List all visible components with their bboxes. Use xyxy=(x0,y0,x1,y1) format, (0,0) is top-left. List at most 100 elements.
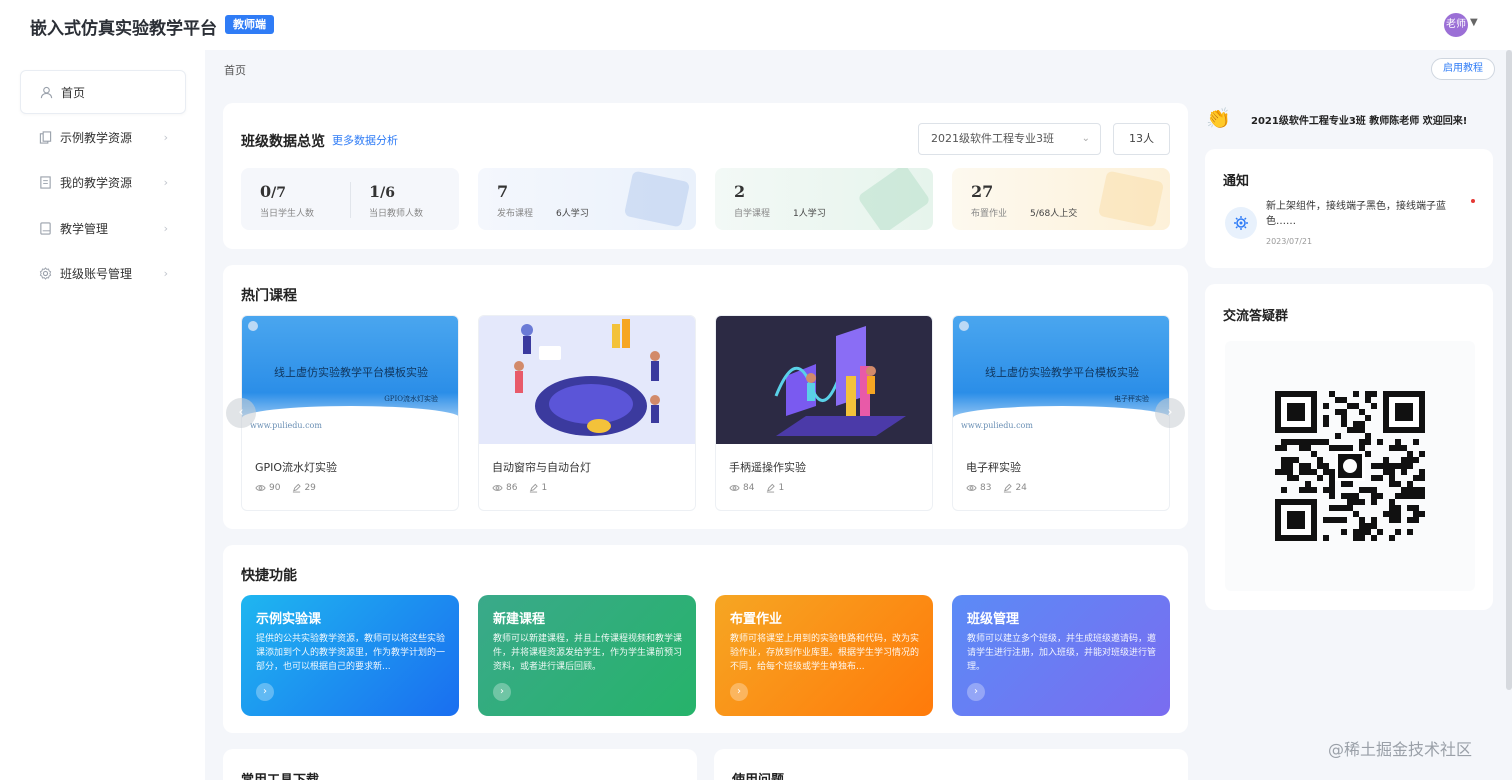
quick-item-desc: 提供的公共实验教学资源，教师可以将这些实验课添加到个人的教学资源里，作为教学计划… xyxy=(256,634,446,672)
thumbnail-title: 线上虚仿实验教学平台模板实验 xyxy=(985,366,1139,379)
document-icon xyxy=(38,175,52,189)
homework-illustration-icon xyxy=(1097,170,1165,228)
sidebar-item-class-accounts[interactable]: 班级账号管理 › xyxy=(20,251,186,295)
stat-sub: 1人学习 xyxy=(793,209,826,219)
more-analysis-link[interactable]: 更多数据分析 xyxy=(332,132,398,148)
chevron-right-icon[interactable]: › xyxy=(967,683,985,701)
quick-functions-title: 快捷功能 xyxy=(241,568,297,584)
chevron-right-icon: › xyxy=(163,221,168,235)
enable-tutorial-button[interactable]: 启用教程 xyxy=(1431,58,1495,80)
course-illustration xyxy=(514,319,660,436)
quick-item-example-lab[interactable]: 示例实验课 提供的公共实验教学资源，教师可以将这些实验课添加到个人的教学资源里，… xyxy=(241,595,459,716)
stat-value: 0/7 xyxy=(260,182,286,201)
quick-item-new-course[interactable]: 新建课程 教师可以新建课程，并且上传课程视频和教学课件，并将课程资源发给学生，作… xyxy=(478,595,696,716)
course-name: GPIO流水灯实验 xyxy=(255,461,338,474)
chevron-right-icon[interactable]: › xyxy=(730,683,748,701)
course-meta: 90 29 xyxy=(255,483,328,493)
thumbnail-subtitle: 电子秤实验 xyxy=(1114,395,1149,403)
stat-sub: 6人学习 xyxy=(556,209,589,219)
faq-title: 使用问题 xyxy=(732,769,784,780)
quick-item-title: 布置作业 xyxy=(730,612,783,627)
quick-item-assign-homework[interactable]: 布置作业 教师可将课堂上用到的实验电路和代码，改为实验作业，存放到作业库里。根据… xyxy=(715,595,933,716)
course-card[interactable]: 手柄遥操作实验 84 1 xyxy=(715,315,933,511)
stat-value: 2 xyxy=(734,182,746,201)
course-illustration-icon xyxy=(623,170,691,228)
divider xyxy=(350,182,351,218)
qr-code-icon xyxy=(1275,391,1425,541)
chip-icon xyxy=(1225,207,1257,239)
logo-icon xyxy=(959,321,969,331)
stat-self-study: 2 自学课程 1人学习 xyxy=(715,168,933,230)
quick-item-desc: 教师可将课堂上用到的实验电路和代码，改为实验作业，存放到作业库里。根据学生学习情… xyxy=(730,634,920,672)
overview-title: 班级数据总览 xyxy=(241,134,325,150)
class-select[interactable]: 2021级软件工程专业3班 ⌄ xyxy=(918,123,1101,155)
course-meta: 84 1 xyxy=(729,483,796,493)
thumbnail-subtitle: GPIO流水灯实验 xyxy=(384,395,438,403)
carousel-next-button[interactable]: › xyxy=(1155,398,1185,428)
sidebar-item-label: 教学管理 xyxy=(60,221,109,236)
carousel-prev-button[interactable]: ‹ xyxy=(226,398,256,428)
tools-download-card: 常用工具下载 xyxy=(223,749,697,780)
class-count: 13人 xyxy=(1113,123,1170,155)
course-card[interactable]: 线上虚仿实验教学平台模板实验 电子秤实验 www.puliedu.com 电子秤… xyxy=(952,315,1170,511)
thumbnail-url: www.puliedu.com xyxy=(250,421,322,430)
sidebar-item-my-resources[interactable]: 我的教学资源 › xyxy=(20,160,186,204)
gear-icon xyxy=(38,266,52,280)
course-thumbnail: 线上虚仿实验教学平台模板实验 电子秤实验 www.puliedu.com xyxy=(953,316,1169,444)
copy-icon xyxy=(38,130,52,144)
sidebar-item-teaching-management[interactable]: 教学管理 › xyxy=(20,206,186,250)
stat-label: 当日教师人数 xyxy=(369,209,424,219)
notice-title: 通知 xyxy=(1223,174,1250,189)
edit-icon xyxy=(767,483,776,493)
eye-icon xyxy=(729,485,740,491)
stat-label: 自学课程 xyxy=(734,209,771,219)
sidebar-item-example-resources[interactable]: 示例教学资源 › xyxy=(20,115,186,159)
role-badge: 教师端 xyxy=(225,15,274,34)
sidebar-item-label: 首页 xyxy=(61,85,86,100)
sidebar-item-label: 示例教学资源 xyxy=(60,130,133,145)
thumbnail-title: 线上虚仿实验教学平台模板实验 xyxy=(274,366,428,379)
scrollbar[interactable] xyxy=(1506,50,1512,690)
welcome-text: 2021级软件工程专业3班 教师陈老师 欢迎回来! xyxy=(1251,116,1468,127)
breadcrumb[interactable]: 首页 xyxy=(224,62,246,78)
stat-homework: 27 布置作业 5/68人上交 xyxy=(952,168,1170,230)
tools-download-title: 常用工具下载 xyxy=(241,769,319,780)
quick-item-desc: 教师可以新建课程，并且上传课程视频和教学课件，并将课程资源发给学生，作为学生课前… xyxy=(493,634,683,672)
chevron-right-icon[interactable]: › xyxy=(256,683,274,701)
caret-down-icon[interactable]: ▼ xyxy=(1470,17,1478,28)
quick-item-class-management[interactable]: 班级管理 教师可以建立多个班级，并生成班级邀请码，邀请学生进行注册，加入班级，并… xyxy=(952,595,1170,716)
stat-label: 布置作业 xyxy=(971,209,1008,219)
notice-text[interactable]: 新上架组件，接线端子黑色，接线端子蓝色…… xyxy=(1266,199,1466,229)
quick-item-title: 示例实验课 xyxy=(256,612,322,627)
hot-courses-title: 热门课程 xyxy=(241,288,297,304)
top-bar: 嵌入式仿真实验教学平台 教师端 老师 ▼ xyxy=(0,0,1512,50)
course-meta: 83 24 xyxy=(966,483,1039,493)
stat-value: 27 xyxy=(971,182,994,201)
sidebar-item-home[interactable]: 首页 xyxy=(20,70,186,114)
clapping-hands-icon: 👏 xyxy=(1206,106,1231,130)
chevron-right-icon: › xyxy=(163,266,168,280)
stat-published-courses: 7 发布课程 6人学习 xyxy=(478,168,696,230)
notice-date: 2023/07/21 xyxy=(1266,237,1313,246)
avatar[interactable]: 老师 xyxy=(1444,13,1468,37)
pencil-illustration-icon xyxy=(857,168,931,230)
course-name: 手柄遥操作实验 xyxy=(729,461,806,474)
watermark: @稀土掘金技术社区 xyxy=(1328,740,1473,759)
stat-daily-attendance: 0/7 当日学生人数 1/6 当日教师人数 xyxy=(241,168,459,230)
qr-code-panel xyxy=(1225,341,1475,591)
class-select-value: 2021级软件工程专业3班 xyxy=(931,132,1054,145)
course-card[interactable]: 自动窗帘与自动台灯 86 1 xyxy=(478,315,696,511)
course-card[interactable]: 线上虚仿实验教学平台模板实验 GPIO流水灯实验 www.puliedu.com… xyxy=(241,315,459,511)
logo-icon xyxy=(248,321,258,331)
stat-label: 当日学生人数 xyxy=(260,209,315,219)
faq-card: 使用问题 xyxy=(714,749,1188,780)
hot-courses-card: 热门课程 线上虚仿实验教学平台模板实验 GPIO流水灯实验 www.pulied… xyxy=(223,265,1188,529)
quick-item-desc: 教师可以建立多个班级，并生成班级邀请码，邀请学生进行注册，加入班级，并能对班级进… xyxy=(967,634,1157,672)
chevron-right-icon[interactable]: › xyxy=(493,683,511,701)
app-title: 嵌入式仿真实验教学平台 xyxy=(30,19,217,39)
edit-icon xyxy=(1004,483,1013,493)
stat-label: 发布课程 xyxy=(497,209,534,219)
eye-icon xyxy=(492,485,503,491)
edit-icon xyxy=(530,483,539,493)
welcome-banner: 👏 2021级软件工程专业3班 教师陈老师 欢迎回来! xyxy=(1206,106,1512,134)
